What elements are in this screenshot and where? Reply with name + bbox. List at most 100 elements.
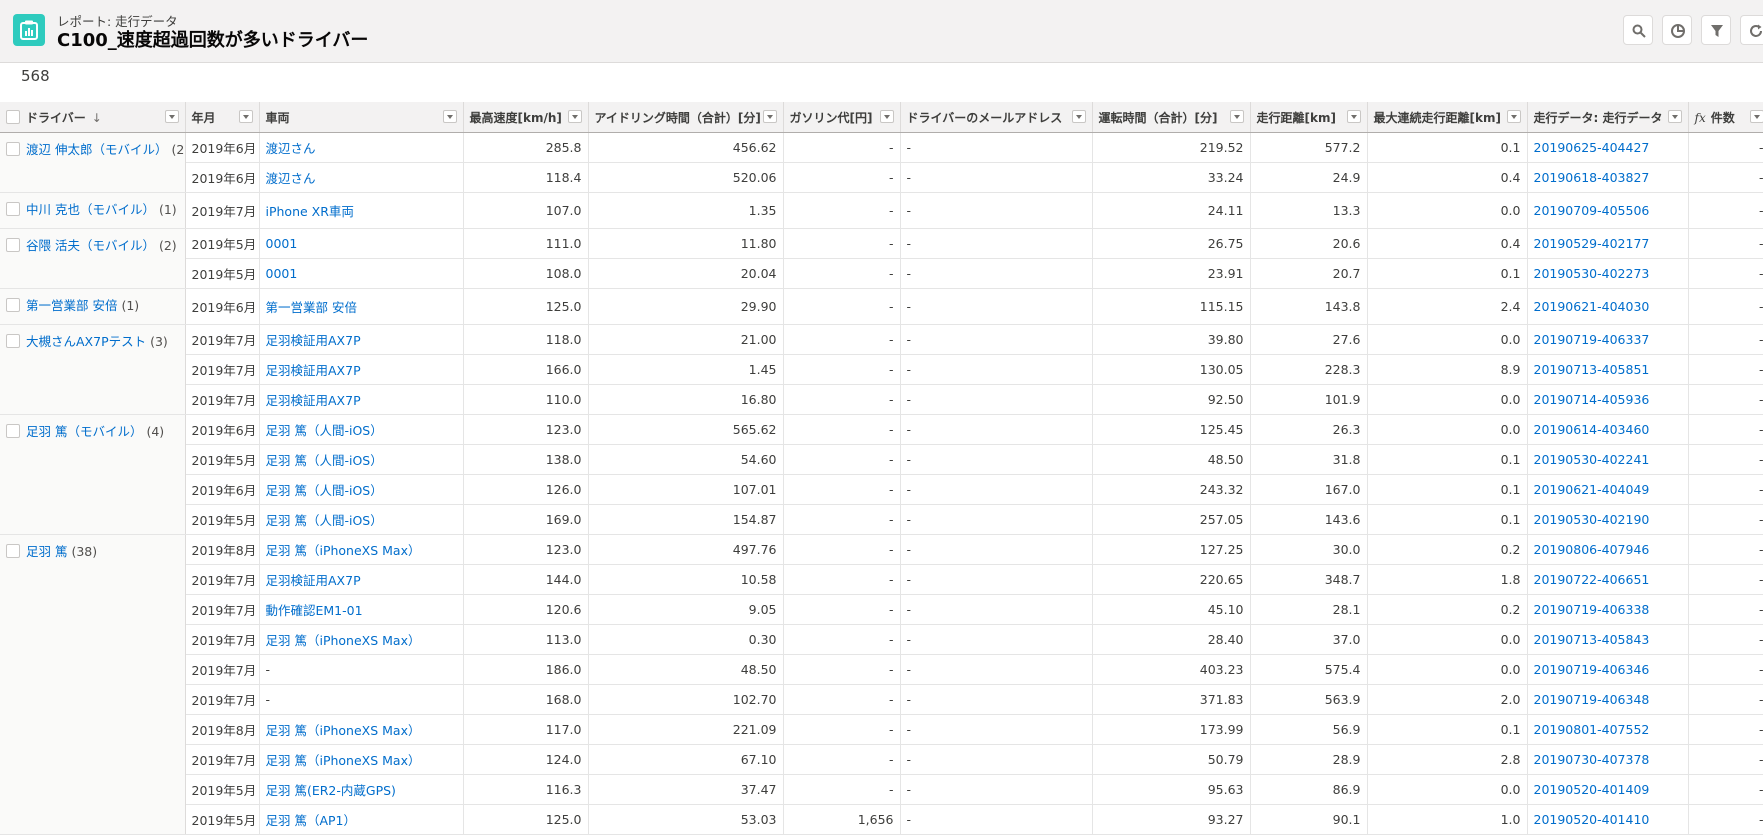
- vehicle-link[interactable]: 0001: [266, 266, 298, 281]
- record-link[interactable]: 20190530-402190: [1534, 512, 1650, 527]
- vehicle-link[interactable]: 足羽 篤（AP1）: [266, 813, 357, 828]
- select-all-checkbox[interactable]: [6, 110, 20, 124]
- driver-link[interactable]: 渡辺 伸太郎（モバイル）: [26, 142, 167, 157]
- record-link[interactable]: 20190719-406348: [1534, 692, 1650, 707]
- column-driver[interactable]: ドライバー↓: [0, 102, 185, 133]
- column-drive-time[interactable]: 運転時間（合計）[分]: [1092, 102, 1250, 133]
- driver-link[interactable]: 大槻さんAX7Pテスト: [26, 334, 146, 349]
- vehicle-link[interactable]: 足羽検証用AX7P: [266, 393, 361, 408]
- vehicle-link[interactable]: iPhone XR車両: [266, 204, 354, 219]
- cell-record: 20190709-405506: [1527, 193, 1688, 229]
- record-link[interactable]: 20190530-402273: [1534, 266, 1650, 281]
- record-link[interactable]: 20190520-401410: [1534, 812, 1650, 827]
- vehicle-link[interactable]: 足羽 篤(ER2-内蔵GPS): [266, 783, 396, 798]
- column-menu-icon[interactable]: [1072, 110, 1086, 123]
- record-link[interactable]: 20190709-405506: [1534, 203, 1650, 218]
- column-menu-icon[interactable]: [763, 110, 777, 123]
- column-menu-icon[interactable]: [568, 110, 582, 123]
- vehicle-link[interactable]: 動作確認EM1-01: [266, 603, 363, 618]
- vehicle-link[interactable]: 足羽 篤（人間-iOS）: [266, 423, 383, 438]
- vehicle-link[interactable]: 渡辺さん: [266, 141, 316, 156]
- record-link[interactable]: 20190520-401409: [1534, 782, 1650, 797]
- cell-count: -: [1688, 385, 1763, 415]
- cell-drive-time: 45.10: [1092, 595, 1250, 625]
- column-menu-icon[interactable]: [1507, 110, 1521, 123]
- column-menu-icon[interactable]: [165, 110, 179, 123]
- column-record[interactable]: 走行データ: 走行データ: [1527, 102, 1688, 133]
- record-link[interactable]: 20190621-404049: [1534, 482, 1650, 497]
- cell-email: -: [900, 565, 1092, 595]
- record-link[interactable]: 20190806-407946: [1534, 542, 1650, 557]
- record-link[interactable]: 20190801-407552: [1534, 722, 1650, 737]
- cell-month: 2019年6月: [185, 415, 259, 445]
- group-checkbox[interactable]: [6, 298, 20, 312]
- record-link[interactable]: 20190713-405851: [1534, 362, 1650, 377]
- column-month[interactable]: 年月: [185, 102, 259, 133]
- cell-email: -: [900, 289, 1092, 325]
- cell-drive-time: 403.23: [1200, 662, 1244, 677]
- vehicle-link[interactable]: 足羽 篤（人間-iOS）: [266, 483, 383, 498]
- vehicle-link[interactable]: 足羽 篤（iPhoneXS Max）: [266, 753, 421, 768]
- vehicle-link[interactable]: 0001: [266, 236, 298, 251]
- group-checkbox[interactable]: [6, 202, 20, 216]
- record-link[interactable]: 20190713-405843: [1534, 632, 1650, 647]
- column-menu-icon[interactable]: [880, 110, 894, 123]
- column-vehicle[interactable]: 車両: [259, 102, 463, 133]
- column-idling[interactable]: アイドリング時間（合計）[分]: [588, 102, 783, 133]
- record-link[interactable]: 20190625-404427: [1534, 140, 1650, 155]
- refresh-button[interactable]: [1740, 15, 1763, 45]
- vehicle-link[interactable]: 足羽検証用AX7P: [266, 573, 361, 588]
- record-link[interactable]: 20190719-406338: [1534, 602, 1650, 617]
- cell-max-continuous: 2.4: [1501, 299, 1521, 314]
- driver-link[interactable]: 足羽 篤: [26, 544, 67, 559]
- column-max-continuous[interactable]: 最大連続走行距離[km]: [1367, 102, 1527, 133]
- vehicle-link[interactable]: 足羽 篤（iPhoneXS Max）: [266, 633, 421, 648]
- column-email[interactable]: ドライバーのメールアドレス: [900, 102, 1092, 133]
- record-link[interactable]: 20190730-407378: [1534, 752, 1650, 767]
- column-menu-icon[interactable]: [239, 110, 253, 123]
- vehicle-link[interactable]: 第一営業部 安倍: [266, 300, 357, 315]
- record-link[interactable]: 20190722-406651: [1534, 572, 1650, 587]
- driver-link[interactable]: 足羽 篤（モバイル）: [26, 424, 142, 439]
- vehicle-link[interactable]: 足羽 篤（iPhoneXS Max）: [266, 543, 421, 558]
- cell-idling: 20.04: [588, 259, 783, 289]
- cell-distance: 563.9: [1325, 692, 1361, 707]
- driver-link[interactable]: 第一営業部 安倍: [26, 298, 117, 313]
- vehicle-link[interactable]: 足羽検証用AX7P: [266, 333, 361, 348]
- column-menu-icon[interactable]: [443, 110, 457, 123]
- driver-link[interactable]: 谷隈 活夫（モバイル）: [26, 238, 155, 253]
- vehicle-link[interactable]: 足羽 篤（人間-iOS）: [266, 453, 383, 468]
- record-link[interactable]: 20190719-406346: [1534, 662, 1650, 677]
- column-menu-icon[interactable]: [1668, 110, 1682, 123]
- column-menu-icon[interactable]: [1347, 110, 1361, 123]
- record-link[interactable]: 20190621-404030: [1534, 299, 1650, 314]
- group-checkbox[interactable]: [6, 238, 20, 252]
- group-checkbox[interactable]: [6, 424, 20, 438]
- record-link[interactable]: 20190719-406337: [1534, 332, 1650, 347]
- vehicle-link[interactable]: 足羽 篤（iPhoneXS Max）: [266, 723, 421, 738]
- table-row: 2019年5月0001108.020.04--23.9120.70.120190…: [0, 259, 1763, 289]
- column-max-speed[interactable]: 最高速度[km/h]: [463, 102, 588, 133]
- column-menu-icon[interactable]: [1750, 110, 1763, 123]
- cell-idling: 107.01: [733, 482, 777, 497]
- driver-link[interactable]: 中川 克也（モバイル）: [26, 202, 155, 217]
- vehicle-link[interactable]: 足羽検証用AX7P: [266, 363, 361, 378]
- group-checkbox[interactable]: [6, 142, 20, 156]
- column-distance[interactable]: 走行距離[km]: [1250, 102, 1367, 133]
- vehicle-link[interactable]: 渡辺さん: [266, 171, 316, 186]
- chart-button[interactable]: [1662, 15, 1692, 45]
- record-link[interactable]: 20190618-403827: [1534, 170, 1650, 185]
- group-checkbox[interactable]: [6, 334, 20, 348]
- column-menu-icon[interactable]: [1230, 110, 1244, 123]
- column-count[interactable]: fx件数: [1688, 102, 1763, 133]
- vehicle-link[interactable]: 足羽 篤（人間-iOS）: [266, 513, 383, 528]
- group-checkbox[interactable]: [6, 544, 20, 558]
- filter-button[interactable]: [1701, 15, 1731, 45]
- column-gasoline[interactable]: ガソリン代[円]: [783, 102, 900, 133]
- record-link[interactable]: 20190529-402177: [1534, 236, 1650, 251]
- record-link[interactable]: 20190614-403460: [1534, 422, 1650, 437]
- cell-month: 2019年5月: [192, 453, 257, 468]
- record-link[interactable]: 20190530-402241: [1534, 452, 1650, 467]
- record-link[interactable]: 20190714-405936: [1534, 392, 1650, 407]
- search-button[interactable]: [1623, 15, 1653, 45]
